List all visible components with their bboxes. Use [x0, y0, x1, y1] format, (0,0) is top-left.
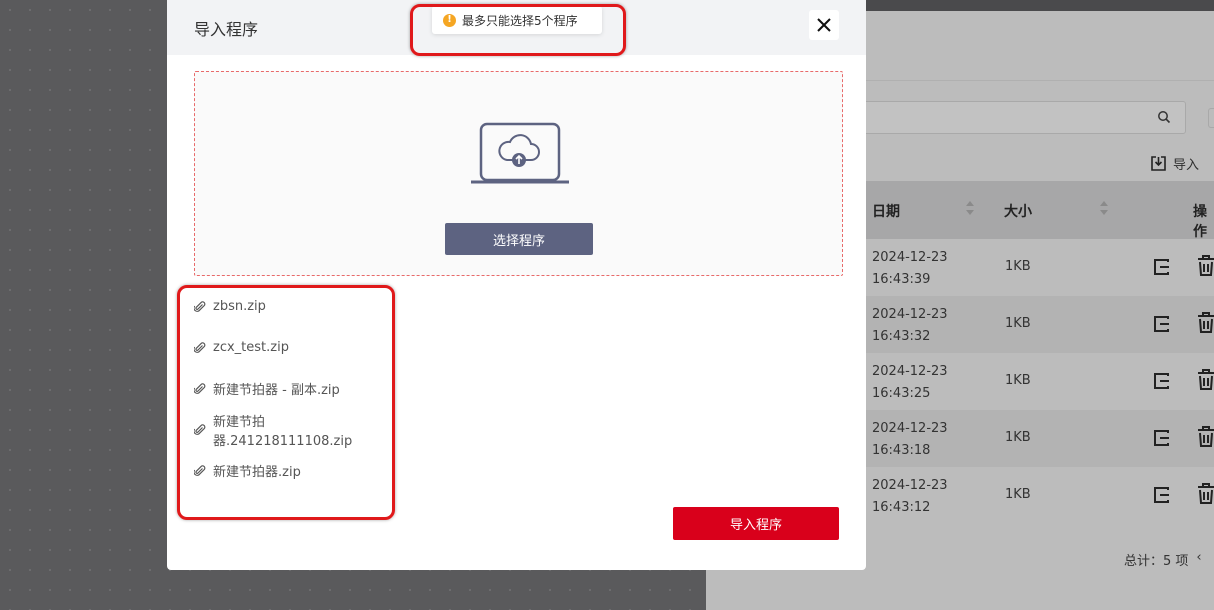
paperclip-icon	[194, 300, 206, 312]
row-size: 1KB	[1005, 430, 1031, 445]
import-icon	[1151, 156, 1166, 171]
toast-message: 最多只能选择5个程序	[462, 13, 578, 28]
file-name: zcx_test.zip	[213, 340, 289, 355]
list-item[interactable]: zbsn.zip	[194, 286, 404, 327]
row-size: 1KB	[1005, 373, 1031, 388]
dialog-title: 导入程序	[194, 20, 259, 39]
sort-icon[interactable]	[965, 199, 975, 217]
row-size: 1KB	[1005, 259, 1031, 274]
paperclip-icon	[194, 423, 206, 435]
cloud-upload-icon	[471, 122, 569, 184]
import-toolbar-label: 导入	[1173, 158, 1200, 173]
search-icon[interactable]	[1157, 110, 1171, 124]
edit-icon[interactable]	[1152, 371, 1172, 391]
close-button[interactable]	[809, 10, 839, 40]
pagination: 总计：5 项 ‹	[1124, 550, 1202, 569]
edit-icon[interactable]	[1152, 485, 1172, 505]
trash-icon[interactable]	[1196, 312, 1214, 334]
select-program-button[interactable]: 选择程序	[445, 223, 593, 255]
trash-icon[interactable]	[1196, 369, 1214, 391]
row-datetime: 2024-12-23 16:43:25	[872, 364, 948, 401]
trash-icon[interactable]	[1196, 483, 1214, 505]
close-icon	[817, 18, 831, 32]
paperclip-icon	[194, 382, 206, 394]
table-row: 2024-12-23 16:43:39 1KB	[866, 239, 1214, 296]
row-size: 1KB	[1005, 487, 1031, 502]
trash-icon[interactable]	[1196, 255, 1214, 277]
background-top-strip	[866, 0, 1214, 11]
row-datetime: 2024-12-23 16:43:12	[872, 478, 948, 515]
selected-file-list: zbsn.zip zcx_test.zip 新建节拍器 - 副本.zip 新建节…	[194, 286, 404, 491]
row-size: 1KB	[1005, 316, 1031, 331]
table-header: 日期 大小 操作	[866, 181, 1214, 240]
import-program-dialog: 导入程序 ! 最多只能选择5个程序 选择程序 zbsn.zip zcx_test…	[167, 0, 866, 570]
filter-select-edge[interactable]	[1208, 108, 1214, 128]
edit-icon[interactable]	[1152, 314, 1172, 334]
trash-icon[interactable]	[1196, 426, 1214, 448]
import-toolbar-button[interactable]: 导入	[1150, 154, 1199, 173]
row-datetime: 2024-12-23 16:43:39	[872, 250, 948, 287]
table-row: 2024-12-23 16:43:25 1KB	[866, 353, 1214, 410]
pagination-total: 总计：5 项	[1124, 554, 1189, 569]
column-header-size[interactable]: 大小	[1004, 201, 1032, 221]
edit-icon[interactable]	[1152, 257, 1172, 277]
file-name: zbsn.zip	[213, 299, 266, 314]
file-name: 新建节拍器.zip	[213, 465, 301, 480]
column-header-date[interactable]: 日期	[872, 201, 900, 221]
sort-icon[interactable]	[1099, 199, 1109, 217]
upload-dropzone[interactable]: 选择程序	[194, 71, 843, 276]
background-divider	[866, 80, 1214, 81]
chevron-left-icon[interactable]: ‹	[1196, 550, 1201, 569]
row-datetime: 2024-12-23 16:43:18	[872, 421, 948, 458]
row-datetime: 2024-12-23 16:43:32	[872, 307, 948, 344]
search-input[interactable]	[826, 101, 1186, 134]
table-row: 2024-12-23 16:43:18 1KB	[866, 410, 1214, 467]
list-item[interactable]: 新建节拍器 - 副本.zip	[194, 368, 404, 409]
list-item[interactable]: zcx_test.zip	[194, 327, 404, 368]
warning-icon: !	[443, 13, 456, 27]
list-item[interactable]: 新建节拍器.241218111108.zip	[194, 409, 404, 450]
column-header-actions: 操作	[1193, 204, 1207, 240]
table-row: 2024-12-23 16:43:12 1KB	[866, 467, 1214, 524]
import-program-button[interactable]: 导入程序	[673, 507, 839, 540]
file-name: 新建节拍器 - 副本.zip	[213, 383, 340, 398]
edit-icon[interactable]	[1152, 428, 1172, 448]
paperclip-icon	[194, 341, 206, 353]
warning-toast: ! 最多只能选择5个程序	[432, 6, 602, 34]
file-name: 新建节拍器.241218111108.zip	[213, 414, 353, 449]
paperclip-icon	[194, 464, 206, 476]
list-item[interactable]: 新建节拍器.zip	[194, 450, 404, 491]
table-row: 2024-12-23 16:43:32 1KB	[866, 296, 1214, 353]
